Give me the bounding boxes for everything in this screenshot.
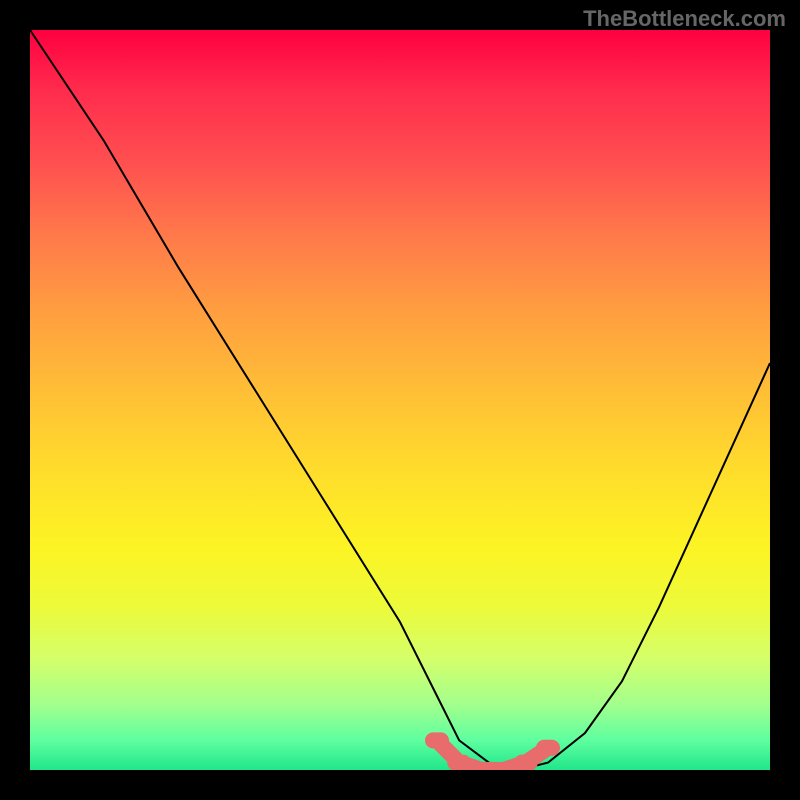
optimal-range-marker	[433, 740, 552, 770]
chart-svg	[30, 30, 770, 770]
watermark-text: TheBottleneck.com	[583, 6, 786, 32]
bottleneck-curve-line	[30, 30, 770, 770]
chart-plot-area	[30, 30, 770, 770]
